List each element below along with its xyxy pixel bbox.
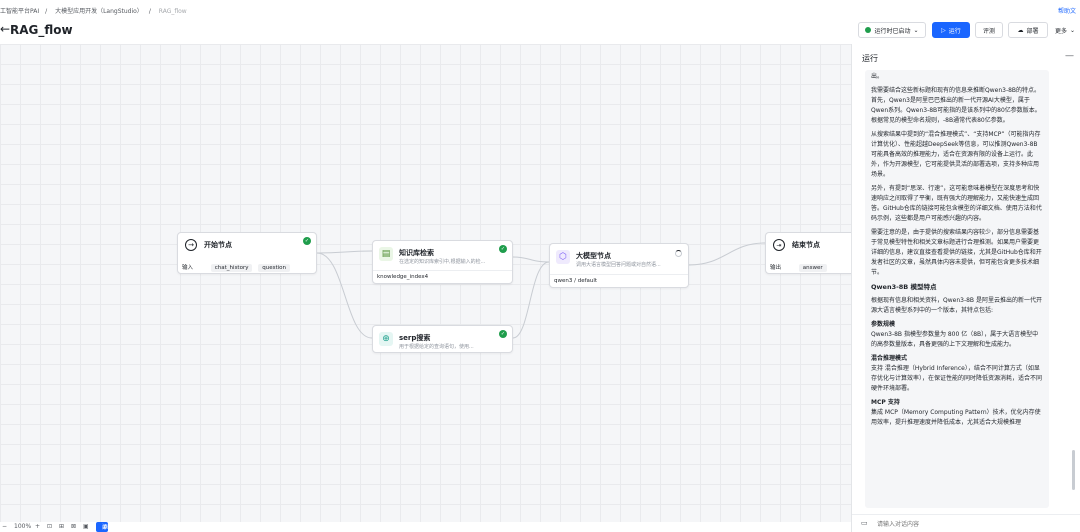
inputs-label: 输入 xyxy=(182,265,194,271)
more-dropdown[interactable]: 更多 ⌄ xyxy=(1052,22,1078,38)
deploy-button-label: 部署 xyxy=(1026,27,1039,35)
feature-text: Qwen3-8B 指模型参数量为 800 亿（8B），属于大语言模型中的高参数量… xyxy=(871,331,1039,348)
feature-title: 参数规模 xyxy=(871,321,896,328)
feature-title: MCP 支持 xyxy=(871,399,900,406)
stop-circle-icon: ⇥ xyxy=(773,239,785,251)
node-footer: knowledge_index4 xyxy=(373,270,512,283)
layout-icon[interactable]: ⊠ xyxy=(71,523,76,530)
add-node-label: 添加节点 xyxy=(102,524,127,531)
output-paragraph: 需要注意的是，由于提供的搜索结果内容较少，部分信息需要基于常见模型特性和相关文章… xyxy=(871,229,1042,276)
runtime-status-dropdown[interactable]: 运行时已启动 ⌄ xyxy=(858,22,926,38)
serp-search-node[interactable]: ⊕ serp搜索 用于根据给定的查询语句，使用... ✓ xyxy=(372,325,513,353)
input-tag: chat_history xyxy=(210,264,253,272)
check-circle-icon xyxy=(865,27,872,33)
run-panel: 运行 — 出。 我需要结合这些新标题和现有的信息来推断Qwen3-8B的特点。首… xyxy=(851,44,1080,532)
node-title: 知识库检索 xyxy=(399,249,434,257)
run-output[interactable]: 出。 我需要结合这些新标题和现有的信息来推断Qwen3-8B的特点。首先，Qwe… xyxy=(865,70,1049,508)
node-title: 开始节点 xyxy=(204,241,232,249)
panel-scrollbar[interactable] xyxy=(1072,450,1075,490)
zoom-level: 100% xyxy=(14,523,32,530)
input-tag: question xyxy=(258,264,290,272)
evaluate-button[interactable]: 评测 xyxy=(975,22,1003,38)
book-icon: ▤ xyxy=(379,247,393,261)
check-icon: ✓ xyxy=(499,330,507,338)
back-arrow-icon[interactable]: ← xyxy=(0,22,10,36)
arrow-right-circle-icon: → xyxy=(185,239,197,251)
output-section-title: Qwen3-8B 模型特点 xyxy=(871,283,937,291)
fit-view-icon[interactable]: ⊡ xyxy=(47,523,52,530)
check-icon: ✓ xyxy=(303,237,311,245)
chat-input[interactable] xyxy=(877,518,1067,530)
run-button-label: 运行 xyxy=(948,27,961,35)
output-tag: answer xyxy=(798,264,827,272)
output-paragraph: 根据现有信息和相关资料，Qwen3-8B 是阿里云推出的新一代开源大语言模型系列… xyxy=(871,297,1042,314)
node-footer: qwen3 / default xyxy=(550,274,688,287)
grid-icon[interactable]: ⊞ xyxy=(59,523,64,530)
chat-input-bar: ▭ xyxy=(852,514,1080,532)
evaluate-button-label: 评测 xyxy=(982,27,995,35)
canvas-toolbar: − 100% + ⊡ ⊞ ⊠ ▣ ⊕ 添加节点 xyxy=(0,522,852,532)
breadcrumb-current: RAG_flow xyxy=(158,8,187,15)
zoom-in-icon[interactable]: + xyxy=(35,523,40,530)
play-icon: ▷ xyxy=(941,26,946,34)
feature-text: 支持 混合推理（Hybrid Inference），结合不同计算方式（如显存优化… xyxy=(871,365,1043,392)
chat-icon[interactable]: ▭ xyxy=(861,519,868,527)
llm-node[interactable]: ⬡ 大模型节点 调用大语言模型回答问题或对自然语... qwen3 / defa… xyxy=(549,243,689,288)
node-outputs: 输出 answer xyxy=(770,263,827,272)
deploy-button[interactable]: ☁ 部署 xyxy=(1008,22,1048,38)
node-title: 大模型节点 xyxy=(576,252,611,260)
output-paragraph: 另外，有提到“思深、行速”，这可能意味着模型在深度思考和快速响应之间取得了平衡，… xyxy=(871,185,1042,222)
feature-text: 集成 MCP（Memory Computing Pattern）技术，优化内存使… xyxy=(871,409,1041,426)
node-title: 结束节点 xyxy=(792,241,820,249)
node-description: 调用大语言模型回答问题或对自然语... xyxy=(576,262,661,268)
node-description: 在选定的知识库索引中,根据输入的检... xyxy=(399,259,486,265)
output-paragraph: 从搜索结果中提到的“混合推理模式”、“支持MCP”（可能指内存计算优化）、性能超… xyxy=(871,131,1041,178)
globe-icon: ⊕ xyxy=(379,332,393,346)
kb-search-node[interactable]: ▤ 知识库检索 在选定的知识库索引中,根据输入的检... ✓ knowledge… xyxy=(372,240,513,284)
cloud-icon: ☁ xyxy=(1017,26,1024,34)
top-bar: 工智能平台PAI / 大模型应用开发（LangStudio） / RAG_flow … xyxy=(0,0,1080,44)
breadcrumb: 工智能平台PAI / 大模型应用开发（LangStudio） / RAG_flow xyxy=(0,8,187,15)
node-description: 用于根据给定的查询语句，使用... xyxy=(399,344,474,350)
runtime-status-label: 运行时已启动 xyxy=(874,27,911,35)
minimap-icon[interactable]: ▣ xyxy=(83,523,89,530)
outputs-label: 输出 xyxy=(770,265,782,271)
check-icon: ✓ xyxy=(499,245,507,253)
output-paragraph: 出。 xyxy=(871,73,884,80)
run-button[interactable]: ▷ 运行 xyxy=(932,22,970,38)
page-title: RAG_flow xyxy=(10,23,73,37)
breadcrumb-item[interactable]: 工智能平台PAI xyxy=(0,8,39,15)
more-label: 更多 xyxy=(1054,27,1067,35)
chevron-down-icon: ⌄ xyxy=(1069,26,1076,34)
node-title: serp搜索 xyxy=(399,334,431,342)
feature-title: 混合推理模式 xyxy=(871,355,908,362)
start-node[interactable]: → 开始节点 ✓ 输入 chat_history question xyxy=(177,232,317,274)
model-icon: ⬡ xyxy=(556,250,570,264)
chevron-down-icon: ⌄ xyxy=(913,26,919,34)
loading-spinner-icon xyxy=(675,250,682,257)
add-node-button[interactable]: ⊕ 添加节点 xyxy=(96,522,126,532)
minimize-icon[interactable]: — xyxy=(1065,51,1074,61)
end-node[interactable]: ⇥ 结束节点 输出 answer xyxy=(765,232,865,274)
help-link[interactable]: 帮助文 xyxy=(1058,6,1076,15)
breadcrumb-item[interactable]: 大模型应用开发（LangStudio） xyxy=(55,8,143,15)
panel-title: 运行 xyxy=(862,54,878,63)
node-inputs: 输入 chat_history question xyxy=(182,263,290,272)
zoom-out-icon[interactable]: − xyxy=(2,523,7,530)
output-paragraph: 我需要结合这些新标题和现有的信息来推断Qwen3-8B的特点。首先，Qwen3是… xyxy=(871,87,1041,124)
